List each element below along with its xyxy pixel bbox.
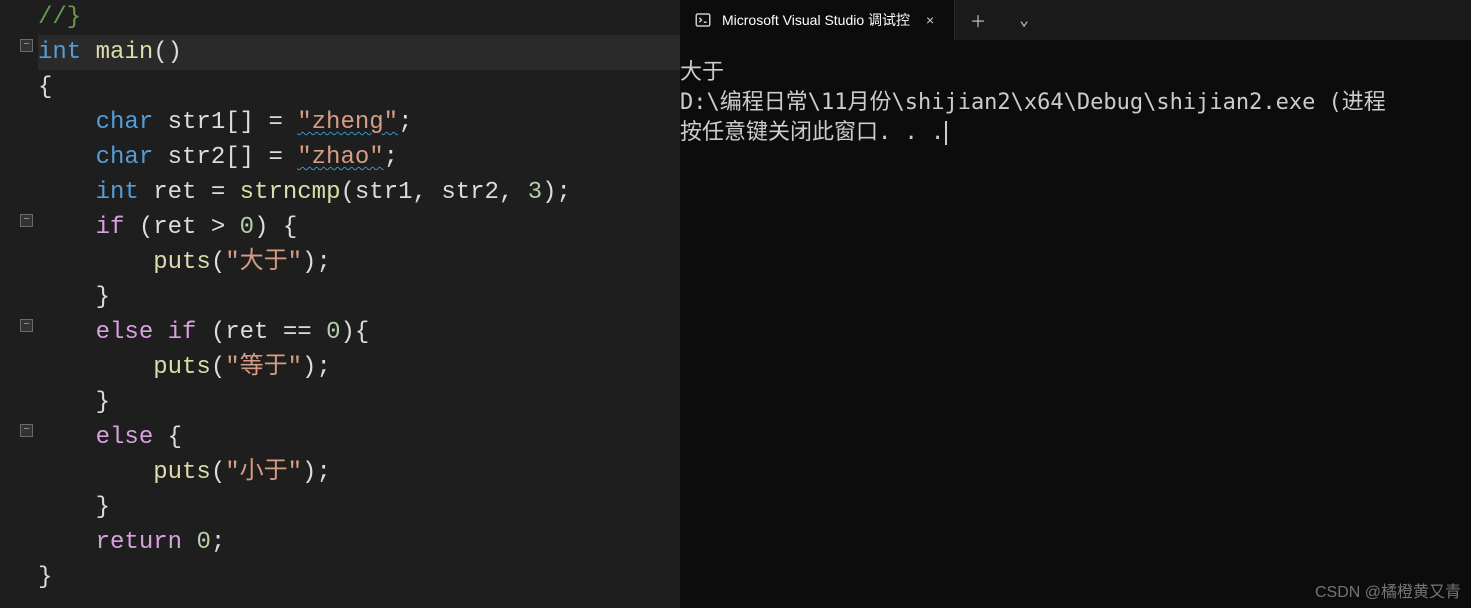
terminal-tab-active[interactable]: Microsoft Visual Studio 调试控 × (680, 0, 955, 40)
code-line[interactable]: } (38, 385, 680, 420)
tab-actions: ＋ ⌄ (955, 0, 1047, 40)
code-line[interactable]: } (38, 280, 680, 315)
terminal-line: 按任意键关闭此窗口. . . (680, 118, 1471, 148)
terminal-output[interactable]: 大于D:\编程日常\11月份\shijian2\x64\Debug\shijia… (680, 40, 1471, 608)
code-line[interactable]: int ret = strncmp(str1, str2, 3); (38, 175, 680, 210)
terminal-line: 大于 (680, 58, 1471, 88)
code-line[interactable]: puts("小于"); (38, 455, 680, 490)
code-line[interactable]: puts("大于"); (38, 245, 680, 280)
tab-dropdown-button[interactable]: ⌄ (1001, 0, 1047, 40)
code-line[interactable]: return 0; (38, 525, 680, 560)
code-line[interactable]: } (38, 560, 680, 595)
terminal-tab-title: Microsoft Visual Studio 调试控 (722, 10, 910, 30)
new-tab-button[interactable]: ＋ (955, 0, 1001, 40)
fold-toggle-icon[interactable]: − (20, 39, 33, 52)
close-icon[interactable]: × (920, 10, 940, 30)
code-line[interactable]: } (38, 490, 680, 525)
editor-gutter: − − − − (0, 0, 38, 608)
fold-toggle-icon[interactable]: − (20, 214, 33, 227)
plus-icon: ＋ (970, 8, 986, 32)
chevron-down-icon: ⌄ (1019, 10, 1029, 30)
code-line[interactable]: { (38, 70, 680, 105)
terminal-icon (694, 11, 712, 29)
code-line[interactable]: int main() (38, 35, 680, 70)
code-area[interactable]: //}int main(){ char str1[] = "zheng"; ch… (38, 0, 680, 608)
fold-toggle-icon[interactable]: − (20, 319, 33, 332)
code-line[interactable]: else { (38, 420, 680, 455)
code-editor-pane: − − − − //}int main(){ char str1[] = "zheng… (0, 0, 680, 608)
fold-toggle-icon[interactable]: − (20, 424, 33, 437)
code-line[interactable]: char str1[] = "zheng"; (38, 105, 680, 140)
terminal-line: D:\编程日常\11月份\shijian2\x64\Debug\shijian2… (680, 88, 1471, 118)
code-line[interactable]: if (ret > 0) { (38, 210, 680, 245)
terminal-pane: Microsoft Visual Studio 调试控 × ＋ ⌄ 大于D:\编… (680, 0, 1471, 608)
code-line[interactable]: else if (ret == 0){ (38, 315, 680, 350)
code-line[interactable]: puts("等于"); (38, 350, 680, 385)
code-line[interactable]: //} (38, 0, 680, 35)
terminal-tab-bar: Microsoft Visual Studio 调试控 × ＋ ⌄ (680, 0, 1471, 40)
code-line[interactable]: char str2[] = "zhao"; (38, 140, 680, 175)
terminal-cursor (945, 121, 947, 145)
